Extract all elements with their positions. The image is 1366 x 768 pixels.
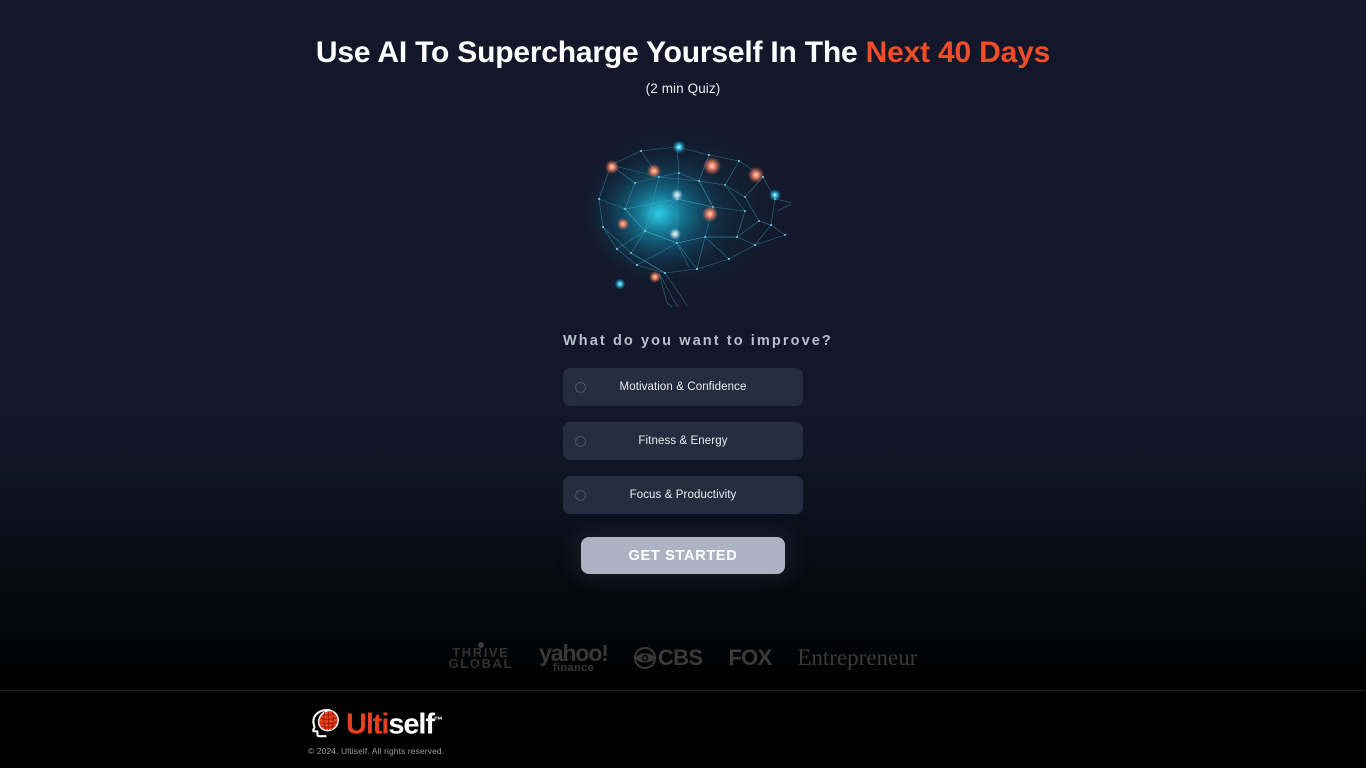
footer: Ultiself™ © 2024, Ultiself. All rights r… <box>0 691 1366 768</box>
radio-icon[interactable] <box>575 381 586 393</box>
entrepreneur-wordmark: Entrepreneur <box>797 645 918 670</box>
fox-wordmark: FOX <box>728 645 773 670</box>
ultiself-brain-head-logo-icon <box>312 708 339 738</box>
quiz-option-label: Fitness & Energy <box>638 435 728 447</box>
radio-icon[interactable] <box>575 489 586 501</box>
radio-icon[interactable] <box>575 435 586 447</box>
press-logo-entrepreneur: Entrepreneur <box>797 645 917 671</box>
press-logo-thrive-global: THRIVE GLOBAL <box>448 642 514 671</box>
cbs-wordmark: CBS <box>657 645 703 670</box>
brand-self-text: self <box>388 708 435 741</box>
brand-ulti-text: Ulti <box>346 708 389 741</box>
quiz-option-motivation-confidence[interactable]: Motivation & Confidence <box>563 368 803 406</box>
footer-brand: Ultiself™ © 2024, Ultiself. All rights r… <box>308 705 444 756</box>
quiz-option-label: Focus & Productivity <box>629 489 737 501</box>
headline-main-text: Use AI To Supercharge Yourself In The <box>315 36 866 69</box>
quiz-landing-page: Use AI To Supercharge Yourself In The Ne… <box>0 0 1366 768</box>
headline-accent-text: Next 40 Days <box>865 36 1051 69</box>
press-logo-fox: FOX <box>728 645 773 671</box>
quiz-section: What do you want to improve? <box>563 333 833 349</box>
quiz-question: What do you want to improve? <box>563 333 833 349</box>
cta-container: GET STARTED <box>581 537 785 574</box>
press-logo-yahoo-finance: yahoo! finance <box>539 642 609 674</box>
thrive-line2: GLOBAL <box>448 656 514 671</box>
ai-neural-network-brain-image <box>549 103 817 321</box>
copyright-text: © 2024, Ultiself. All rights reserved. <box>308 745 445 756</box>
neural-network-icon <box>551 103 807 317</box>
cbs-eye-icon <box>633 647 656 669</box>
quiz-duration-subtitle: (2 min Quiz) <box>645 81 721 96</box>
thrive-dot-icon <box>477 642 484 648</box>
quiz-option-focus-productivity[interactable]: Focus & Productivity <box>563 476 803 514</box>
trademark-symbol: ™ <box>433 715 443 725</box>
press-logo-cbs: CBS <box>633 645 703 671</box>
quiz-option-label: Motivation & Confidence <box>619 381 747 393</box>
ultiself-wordmark: Ultiself™ <box>346 705 443 740</box>
quiz-options-list: Motivation & Confidence Fitness & Energy… <box>563 368 803 514</box>
page-title: Use AI To Supercharge Yourself In The Ne… <box>0 33 1366 73</box>
press-logos-bar: THRIVE GLOBAL yahoo! finance CBS FOX Ent… <box>0 637 1366 679</box>
hero-section: Use AI To Supercharge Yourself In The Ne… <box>0 0 1366 96</box>
quiz-option-fitness-energy[interactable]: Fitness & Energy <box>563 422 803 460</box>
get-started-button[interactable]: GET STARTED <box>581 537 785 574</box>
